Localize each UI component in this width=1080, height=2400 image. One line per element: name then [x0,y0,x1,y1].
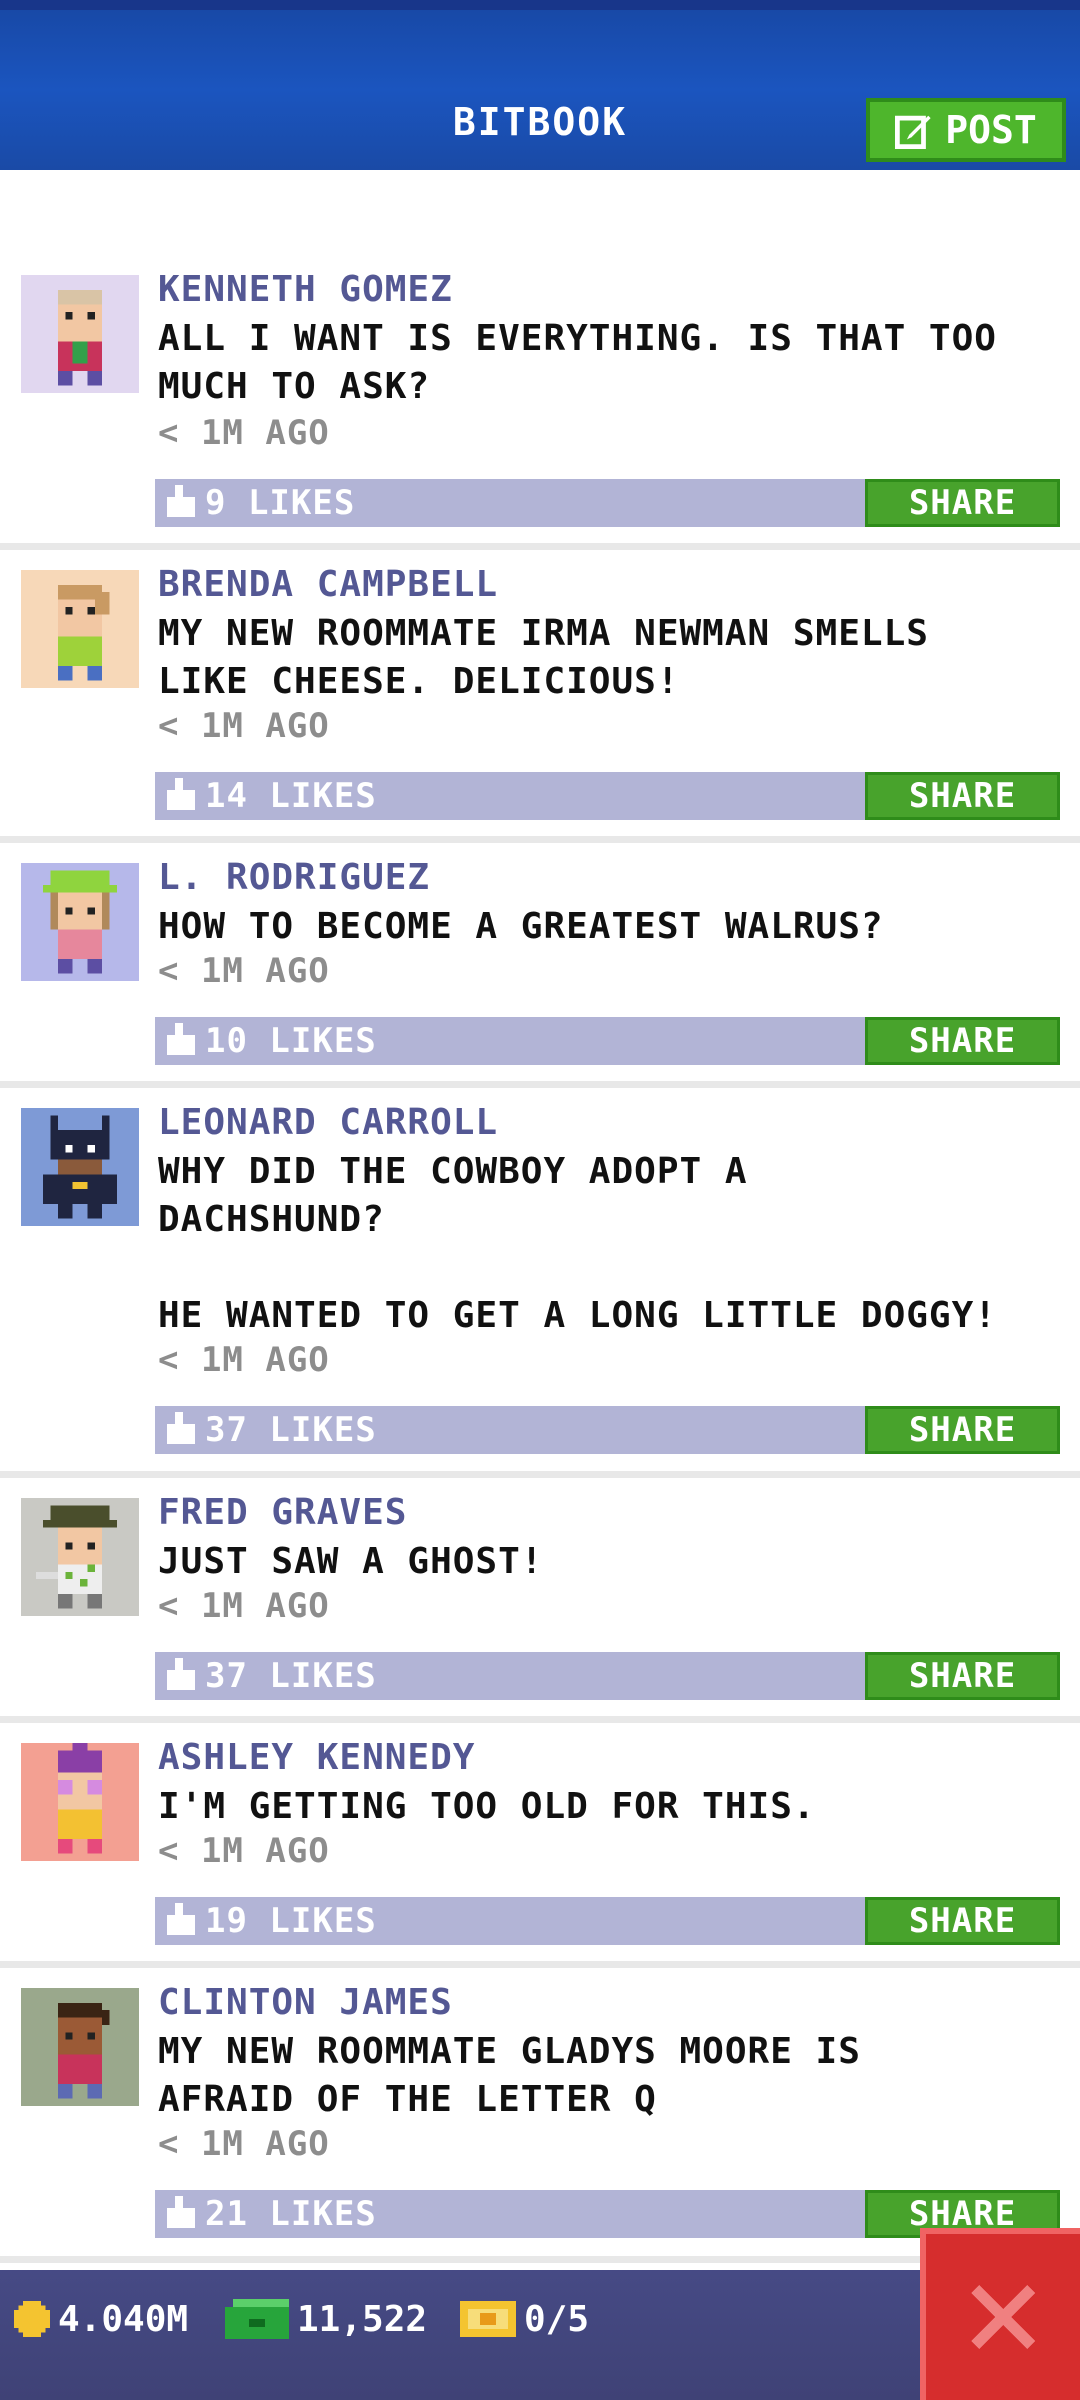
coins-stat: 4.040M [14,2294,188,2344]
like-icon[interactable] [167,485,195,521]
avatar [21,570,139,688]
feed-post: LEONARD CARROLL WHY DID THE COWBOY ADOPT… [0,1088,1080,1478]
share-button[interactable]: SHARE [865,1897,1060,1945]
share-button[interactable]: SHARE [865,1406,1060,1454]
avatar [21,1108,139,1226]
post-message: I'M GETTING TOO OLD FOR THIS. [158,1786,816,1827]
feed-post: FRED GRAVES JUST SAW A GHOST! < 1M AGO 3… [0,1478,1080,1723]
post-button-label: POST [945,108,1037,152]
likes-count: 14 LIKES [205,776,377,816]
feed-post: CLINTON JAMES MY NEW ROOMMATE GLADYS MOO… [0,1968,1080,2263]
share-button[interactable]: SHARE [865,479,1060,527]
post-message: MY NEW ROOMMATE GLADYS MOORE IS AFRAID O… [158,2031,861,2120]
like-icon[interactable] [167,778,195,814]
edit-icon [895,115,931,149]
share-button[interactable]: SHARE [865,772,1060,820]
like-icon[interactable] [167,1412,195,1448]
bux-value: 11,522 [297,2298,428,2340]
post-time: < 1M AGO [158,706,330,746]
like-icon[interactable] [167,2196,195,2232]
post-author[interactable]: CLINTON JAMES [158,1982,453,2023]
post-author[interactable]: L. RODRIGUEZ [158,857,430,898]
likes-count: 19 LIKES [205,1901,377,1941]
post-actions-bar: 14 LIKES SHARE [155,772,1060,820]
feed-post: L. RODRIGUEZ HOW TO BECOME A GREATEST WA… [0,843,1080,1088]
post-actions-bar: 9 LIKES SHARE [155,479,1060,527]
like-icon[interactable] [167,1903,195,1939]
post-time: < 1M AGO [158,1340,330,1380]
post-author[interactable]: LEONARD CARROLL [158,1102,498,1143]
avatar [21,863,139,981]
post-time: < 1M AGO [158,2124,330,2164]
feed-post: ASHLEY KENNEDY I'M GETTING TOO OLD FOR T… [0,1723,1080,1968]
close-button[interactable] [920,2228,1080,2400]
ticket-icon [460,2301,516,2337]
share-button[interactable]: SHARE [865,1017,1060,1065]
bux-stat: 11,522 [225,2294,427,2344]
likes-count: 37 LIKES [205,1410,377,1450]
avatar [21,1743,139,1861]
likes-count: 37 LIKES [205,1656,377,1696]
tickets-stat: 0/5 [460,2294,589,2344]
feed-post: KENNETH GOMEZ ALL I WANT IS EVERYTHING. … [0,255,1080,550]
post-message: HOW TO BECOME A GREATEST WALRUS? [158,906,884,947]
post-author[interactable]: KENNETH GOMEZ [158,269,453,310]
post-actions-bar: 19 LIKES SHARE [155,1897,1060,1945]
like-icon[interactable] [167,1658,195,1694]
post-message: ALL I WANT IS EVERYTHING. IS THAT TOO MU… [158,318,997,407]
post-time: < 1M AGO [158,1831,330,1871]
post-author[interactable]: BRENDA CAMPBELL [158,564,498,605]
feed-post: BRENDA CAMPBELL MY NEW ROOMMATE IRMA NEW… [0,550,1080,843]
close-icon [971,2285,1035,2349]
resource-bar: 4.040M 11,522 0/5 [0,2270,1080,2400]
post-time: < 1M AGO [158,1586,330,1626]
post-author[interactable]: ASHLEY KENNEDY [158,1737,475,1778]
post-time: < 1M AGO [158,413,330,453]
post-actions-bar: 37 LIKES SHARE [155,1406,1060,1454]
avatar [21,275,139,393]
avatar [21,1498,139,1616]
post-feed[interactable]: KENNETH GOMEZ ALL I WANT IS EVERYTHING. … [0,255,1080,2263]
bux-icon [225,2299,289,2339]
likes-count: 9 LIKES [205,483,356,523]
tickets-value: 0/5 [524,2298,590,2340]
post-author[interactable]: FRED GRAVES [158,1492,407,1533]
coin-icon [14,2301,50,2337]
post-message: JUST SAW A GHOST! [158,1541,544,1582]
likes-count: 21 LIKES [205,2194,377,2234]
post-actions-bar: 10 LIKES SHARE [155,1017,1060,1065]
app-header: BITBOOK POST [0,0,1080,170]
avatar [21,1988,139,2106]
post-message: WHY DID THE COWBOY ADOPT A DACHSHUND? HE… [158,1151,997,1336]
coins-value: 4.040M [58,2298,189,2340]
share-button[interactable]: SHARE [865,1652,1060,1700]
post-actions-bar: 37 LIKES SHARE [155,1652,1060,1700]
post-button[interactable]: POST [866,98,1066,162]
like-icon[interactable] [167,1023,195,1059]
post-message: MY NEW ROOMMATE IRMA NEWMAN SMELLS LIKE … [158,613,929,702]
likes-count: 10 LIKES [205,1021,377,1061]
post-time: < 1M AGO [158,951,330,991]
